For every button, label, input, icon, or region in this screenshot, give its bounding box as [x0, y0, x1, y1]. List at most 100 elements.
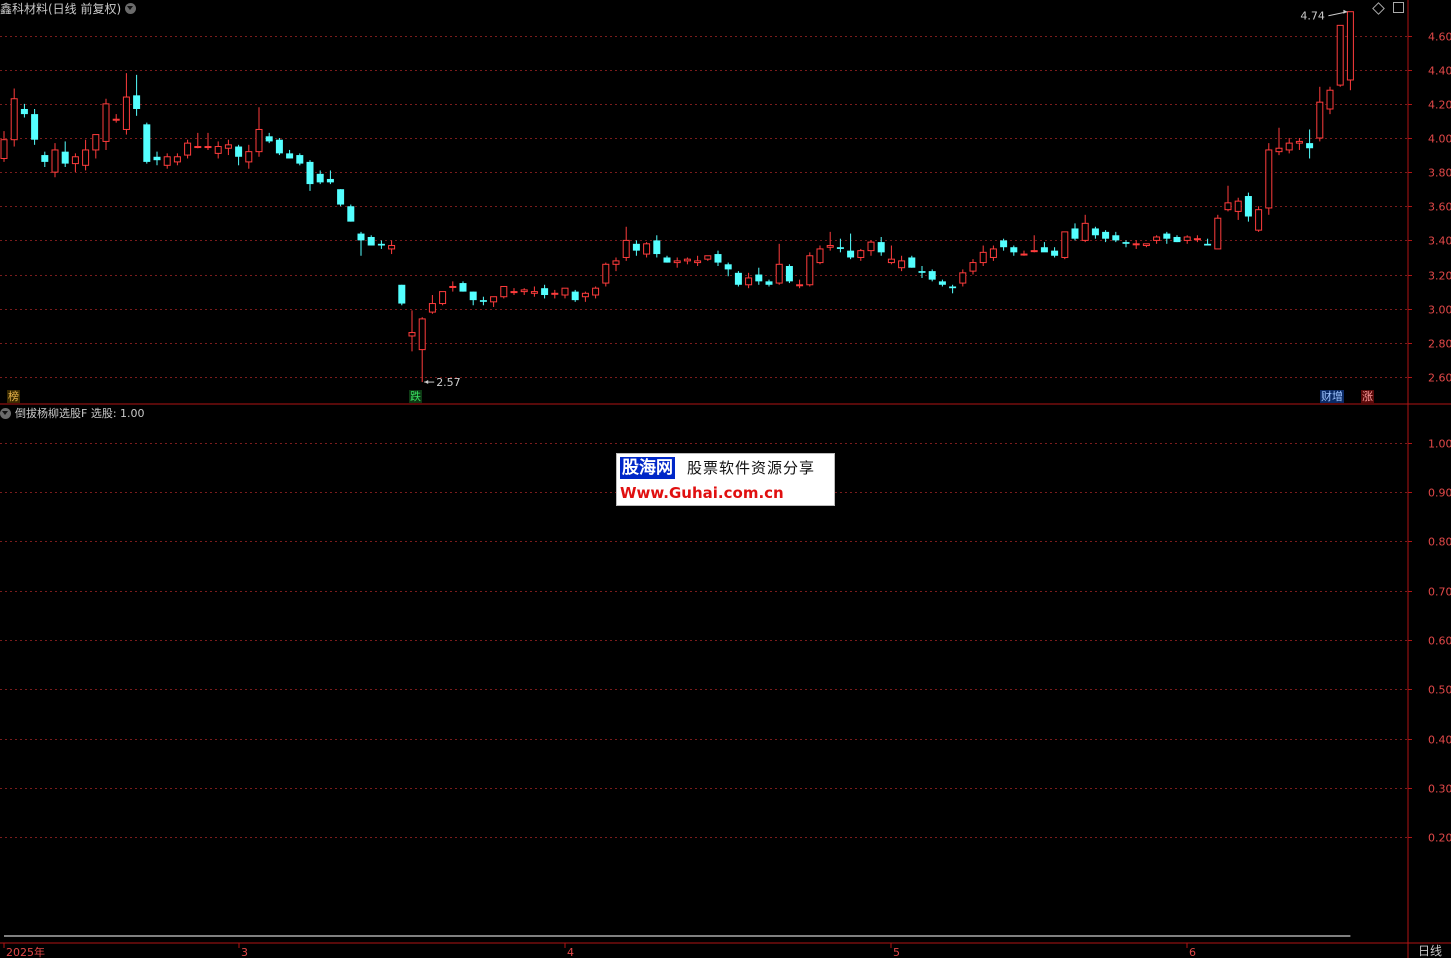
candle	[418, 317, 426, 383]
candle-body	[806, 255, 814, 286]
candle	[31, 108, 39, 145]
candle-body	[449, 285, 457, 288]
candle-body	[1051, 250, 1059, 256]
candle	[388, 240, 396, 255]
candle	[561, 287, 569, 299]
period-label[interactable]: 日线	[1418, 944, 1442, 958]
badge-drop[interactable]: 跌	[409, 390, 422, 403]
indicator-tick-label: 0.40	[1428, 734, 1451, 747]
candle	[184, 139, 192, 159]
candle-body	[500, 285, 508, 298]
candle-body	[122, 96, 130, 130]
candle-body	[1102, 231, 1110, 239]
candle-body	[592, 287, 600, 296]
badge-rise[interactable]: 涨	[1361, 390, 1374, 403]
candle-body	[0, 139, 8, 159]
candle	[357, 231, 365, 256]
candle-body	[1265, 149, 1273, 209]
candle	[133, 74, 141, 116]
candle	[602, 262, 610, 287]
candle	[1132, 240, 1140, 249]
candle	[265, 132, 273, 144]
candle-body	[1275, 147, 1283, 153]
candle	[724, 262, 732, 277]
candle	[449, 281, 457, 292]
candle	[71, 153, 79, 173]
candle	[857, 248, 865, 261]
candle	[775, 243, 783, 285]
candle-body	[286, 153, 294, 159]
candle	[836, 238, 844, 253]
candle-body	[184, 142, 192, 156]
candle	[1224, 185, 1232, 212]
candle	[1051, 247, 1059, 258]
indicator-tick-label: 0.50	[1428, 684, 1451, 697]
watermark-logo: 股海网	[620, 457, 675, 479]
candle	[643, 242, 651, 258]
price-tick-label: 3.40	[1428, 235, 1451, 248]
window-square-icon[interactable]	[1393, 2, 1404, 13]
indicator-tick-label: 0.30	[1428, 783, 1451, 796]
candle	[1081, 214, 1089, 243]
badge-left[interactable]: 榜	[7, 390, 20, 403]
candle-body	[469, 291, 477, 301]
time-tick-label: 3	[241, 946, 248, 958]
candle	[347, 204, 355, 222]
price-tick-label: 3.00	[1428, 304, 1451, 317]
candle-body	[337, 189, 345, 205]
candle-body	[102, 103, 110, 142]
candle	[734, 271, 742, 287]
candle	[928, 269, 936, 282]
candle-body	[1173, 236, 1181, 243]
candle	[1285, 138, 1293, 154]
candle-body	[724, 264, 732, 270]
candle-body	[704, 255, 712, 260]
indicator-tick-label: 0.90	[1428, 487, 1451, 500]
candle-body	[551, 292, 559, 295]
indicator-tick-label: 0.80	[1428, 536, 1451, 549]
candle	[82, 139, 90, 171]
title-dropdown-icon[interactable]	[125, 2, 137, 14]
candle-body	[1163, 233, 1171, 239]
candle-body	[979, 251, 987, 264]
candle	[1183, 235, 1191, 244]
candle-body	[255, 128, 263, 153]
candle	[1153, 235, 1161, 244]
badge-finance[interactable]: 财增	[1320, 390, 1344, 403]
candle	[520, 288, 528, 296]
stock-title-bar: 鑫科材料(日线 前复权)	[0, 0, 137, 16]
candle-body	[51, 149, 59, 173]
candle-body	[367, 236, 375, 246]
candle-body	[785, 266, 793, 282]
candle	[286, 149, 294, 159]
candle-body	[867, 241, 875, 252]
candle-body	[765, 281, 773, 285]
candle	[1142, 243, 1150, 248]
candle-body	[10, 98, 18, 141]
candle-body	[745, 277, 753, 286]
time-tick-label: 6	[1189, 946, 1196, 958]
candle-body	[632, 243, 640, 251]
high-marker-arrow	[1343, 9, 1348, 14]
candle-body	[581, 292, 589, 298]
indicator-dropdown-icon[interactable]	[0, 407, 11, 419]
candle-body	[520, 289, 528, 293]
candle	[112, 114, 120, 123]
indicator-title-bar: 倒拔杨柳选股F 选股: 1.00	[0, 405, 145, 421]
candle	[663, 255, 671, 263]
candle	[949, 284, 957, 294]
candle-body	[938, 281, 946, 285]
candle	[306, 160, 314, 191]
candle	[969, 259, 977, 275]
candle	[622, 226, 630, 261]
candle	[1255, 206, 1263, 232]
candle-body	[224, 144, 232, 149]
candle	[1193, 235, 1201, 243]
candle	[653, 235, 661, 258]
candle-body	[1122, 242, 1130, 244]
candle-body	[235, 146, 243, 157]
candle	[541, 284, 549, 299]
candle-body	[357, 233, 365, 241]
candle-body	[816, 248, 824, 264]
candle-body	[561, 287, 569, 296]
